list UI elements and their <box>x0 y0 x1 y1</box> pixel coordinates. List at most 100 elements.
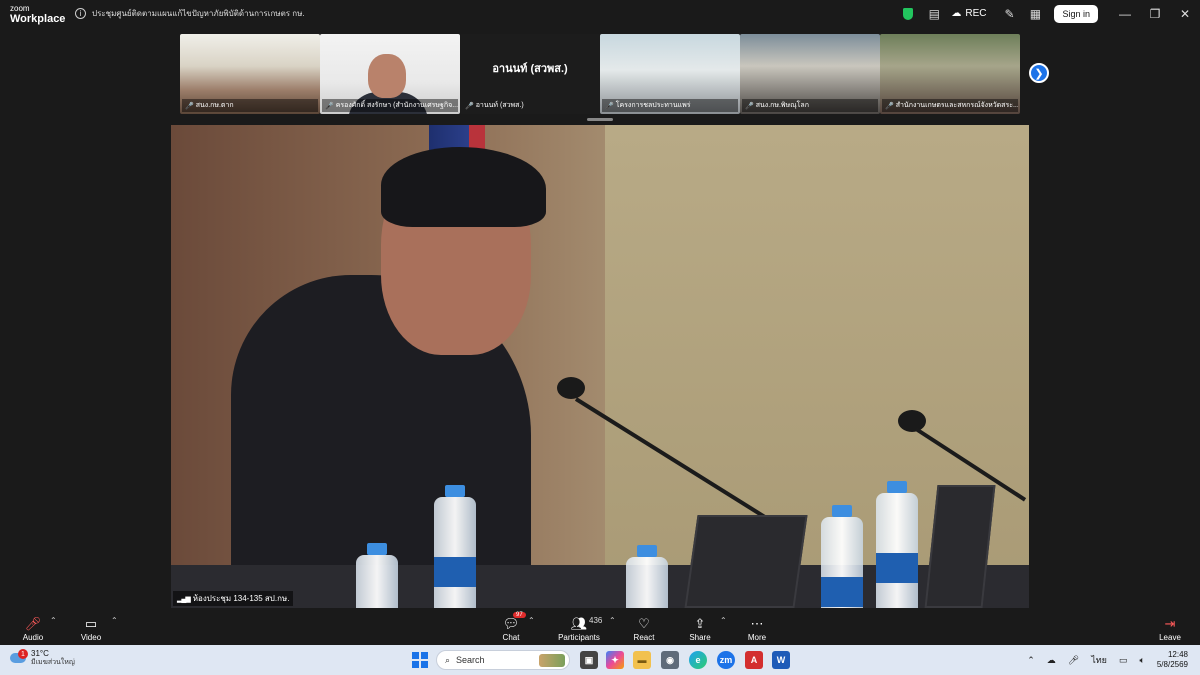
zoom-window: zoom Workplace i ประชุมศูนย์ติดตามแผนแก้… <box>0 0 1200 675</box>
camera-icon: ▭ <box>84 616 98 631</box>
tile-caption: 🎤 โครงการชลประทานแพร่ <box>602 99 738 112</box>
clock-date: 5/8/2569 <box>1156 660 1188 669</box>
participant-tile[interactable]: 🎤 ครองศักดิ์ สงรักษา (สำนักงานเศรษฐกิจ... <box>320 34 460 114</box>
participant-name: สำนักงานเกษตรและสหกรณ์จังหวัดสระ... <box>895 102 1018 109</box>
search-placeholder: Search <box>456 655 485 665</box>
system-clock[interactable]: 12:48 5/8/2569 <box>1151 650 1200 670</box>
next-page-button[interactable]: ❯ <box>1029 63 1049 83</box>
water-bottle <box>626 545 668 608</box>
more-button[interactable]: ⋯ More <box>746 610 768 645</box>
camera-app-icon[interactable]: ◉ <box>661 651 679 669</box>
search-icon: ⌕ <box>445 654 451 665</box>
tile-caption: 🎤 สนง.กษ.ตาก <box>182 99 318 112</box>
video-label: Video <box>80 633 102 642</box>
water-bottle <box>356 543 398 608</box>
participant-tile[interactable]: 🎤 สนง.กษ.ตาก <box>180 34 320 114</box>
windows-start-icon[interactable] <box>412 652 428 668</box>
volume-icon[interactable]: 🔈︎ <box>1133 655 1150 666</box>
more-icon: ⋯ <box>750 616 764 631</box>
audio-label: Audio <box>22 633 44 642</box>
mic-muted-icon: 🎤︎ <box>24 616 42 631</box>
notes-icon[interactable]: ▤ <box>921 0 947 27</box>
weather-notification-badge: 1 <box>18 649 28 659</box>
share-label: Share <box>689 633 711 642</box>
participant-tile[interactable]: 🎤 โครงการชลประทานแพร่ <box>600 34 740 114</box>
mic-muted-icon: 🎤 <box>745 102 754 110</box>
share-button[interactable]: ⇪ Share <box>688 610 712 645</box>
react-label: React <box>633 633 655 642</box>
microphone-left <box>557 377 585 399</box>
mic-muted-icon: 🎤 <box>185 102 194 110</box>
chevron-right-icon: ❯ <box>1034 67 1044 80</box>
share-screen-icon: ⇪ <box>694 616 706 631</box>
audio-options-caret[interactable]: ⌃ <box>50 616 57 625</box>
participant-tile[interactable]: อานนท์ (สวพส.) 🎤 อานนท์ (สวพส.) <box>460 34 600 114</box>
logo-line1: zoom <box>10 3 30 13</box>
input-language[interactable]: ไทย <box>1085 653 1113 667</box>
meeting-title: ประชุมศูนย์ติดตามแผนแก้ไขปัญหาภัยพิบัติด… <box>92 9 305 18</box>
room-name: ห้องประชุม 134-135 สป.กษ. <box>192 594 290 603</box>
microphone-icon[interactable]: 🎤︎ <box>1062 655 1085 666</box>
minimize-icon[interactable]: — <box>1110 0 1140 27</box>
share-options-caret[interactable]: ⌃ <box>720 616 727 625</box>
close-icon[interactable]: ✕ <box>1170 0 1200 27</box>
logo-line2: Workplace <box>10 12 66 25</box>
taskbar-search[interactable]: ⌕ Search <box>436 650 570 670</box>
word-icon[interactable]: W <box>772 651 790 669</box>
tile-caption: 🎤 สนง.กษ.พิษณุโลก <box>742 99 878 112</box>
leave-label: Leave <box>1159 633 1181 642</box>
mic-muted-icon: 🎤 <box>465 102 474 110</box>
participant-tile[interactable]: 🎤 สนง.กษ.พิษณุโลก <box>740 34 880 114</box>
mic-muted-icon: 🎤 <box>605 102 614 110</box>
title-bar: zoom Workplace i ประชุมศูนย์ติดตามแผนแก้… <box>0 0 1200 27</box>
file-explorer-icon[interactable]: ▬ <box>633 651 651 669</box>
water-bottle <box>821 505 863 608</box>
rec-label: REC <box>965 8 987 19</box>
strip-drag-handle[interactable] <box>587 118 613 121</box>
meeting-toolbar: 🎤︎ Audio ⌃ ▭ Video ⌃ 💬︎ Chat 97 ⌃ 👥︎ Par… <box>0 610 1200 645</box>
clock-time: 12:48 <box>1167 650 1188 659</box>
acrobat-icon[interactable]: A <box>745 651 763 669</box>
info-icon[interactable]: i <box>75 8 86 19</box>
task-view-icon[interactable]: ▣ <box>580 651 598 669</box>
record-button[interactable]: ☁ REC <box>947 8 996 19</box>
edge-icon[interactable]: e <box>689 651 707 669</box>
chat-options-caret[interactable]: ⌃ <box>528 616 535 625</box>
signal-strength-icon: ▂▄▆ <box>177 595 191 603</box>
audio-button[interactable]: 🎤︎ Audio <box>20 610 46 645</box>
microphone-right <box>898 410 926 432</box>
restore-icon[interactable]: ❐ <box>1140 0 1170 27</box>
zoom-logo: zoom Workplace <box>0 3 75 25</box>
participants-options-caret[interactable]: ⌃ <box>609 616 616 625</box>
chat-unread-badge: 97 <box>513 612 526 618</box>
weather-temp: 31°C <box>31 649 49 658</box>
apps-icon[interactable]: ▦ <box>1022 0 1048 27</box>
chevron-up-icon[interactable]: ⌃ <box>1021 655 1041 666</box>
active-speaker-video[interactable]: ▂▄▆ ห้องประชุม 134-135 สป.กษ. <box>171 125 1029 608</box>
zoom-app-icon[interactable]: zm <box>717 651 735 669</box>
cloud-icon: ☁ <box>951 8 962 19</box>
water-bottle <box>434 485 476 608</box>
windows-taskbar: 31°C มีเมฆส่วนใหญ่ 1 ⌕ Search ▣ ✦ ▬ ◉ e … <box>0 645 1200 675</box>
network-icon[interactable]: ▭ <box>1113 655 1134 666</box>
sign-in-button[interactable]: Sign in <box>1054 4 1098 23</box>
video-caption: ▂▄▆ ห้องประชุม 134-135 สป.กษ. <box>173 591 294 606</box>
water-bottle <box>876 481 918 608</box>
participants-icon: 👥︎ <box>570 616 588 631</box>
react-button[interactable]: ♡ React <box>632 610 656 645</box>
leave-door-icon: ⇥ <box>1164 616 1176 631</box>
participant-name: โครงการชลประทานแพร่ <box>615 102 691 109</box>
search-highlight-image <box>539 654 565 667</box>
gallery-strip: 🎤 สนง.กษ.ตาก 🎤 ครองศักดิ์ สงรักษา (สำนักงา… <box>180 34 1020 114</box>
video-button[interactable]: ▭ Video <box>78 610 104 645</box>
whiteboard-pen-icon[interactable]: ✎ <box>996 0 1022 27</box>
participants-count: 436 <box>589 616 603 625</box>
cloud-sync-icon[interactable]: ☁ <box>1041 655 1062 666</box>
participant-tile[interactable]: 🎤 สำนักงานเกษตรและสหกรณ์จังหวัดสระ... <box>880 34 1020 114</box>
video-options-caret[interactable]: ⌃ <box>111 616 118 625</box>
leave-button[interactable]: ⇥ Leave <box>1158 610 1182 645</box>
speaker-hair <box>381 147 546 227</box>
meeting-info[interactable]: i ประชุมศูนย์ติดตามแผนแก้ไขปัญหาภัยพิบัต… <box>75 7 305 20</box>
copilot-icon[interactable]: ✦ <box>606 651 624 669</box>
security-shield-icon[interactable] <box>895 0 921 27</box>
